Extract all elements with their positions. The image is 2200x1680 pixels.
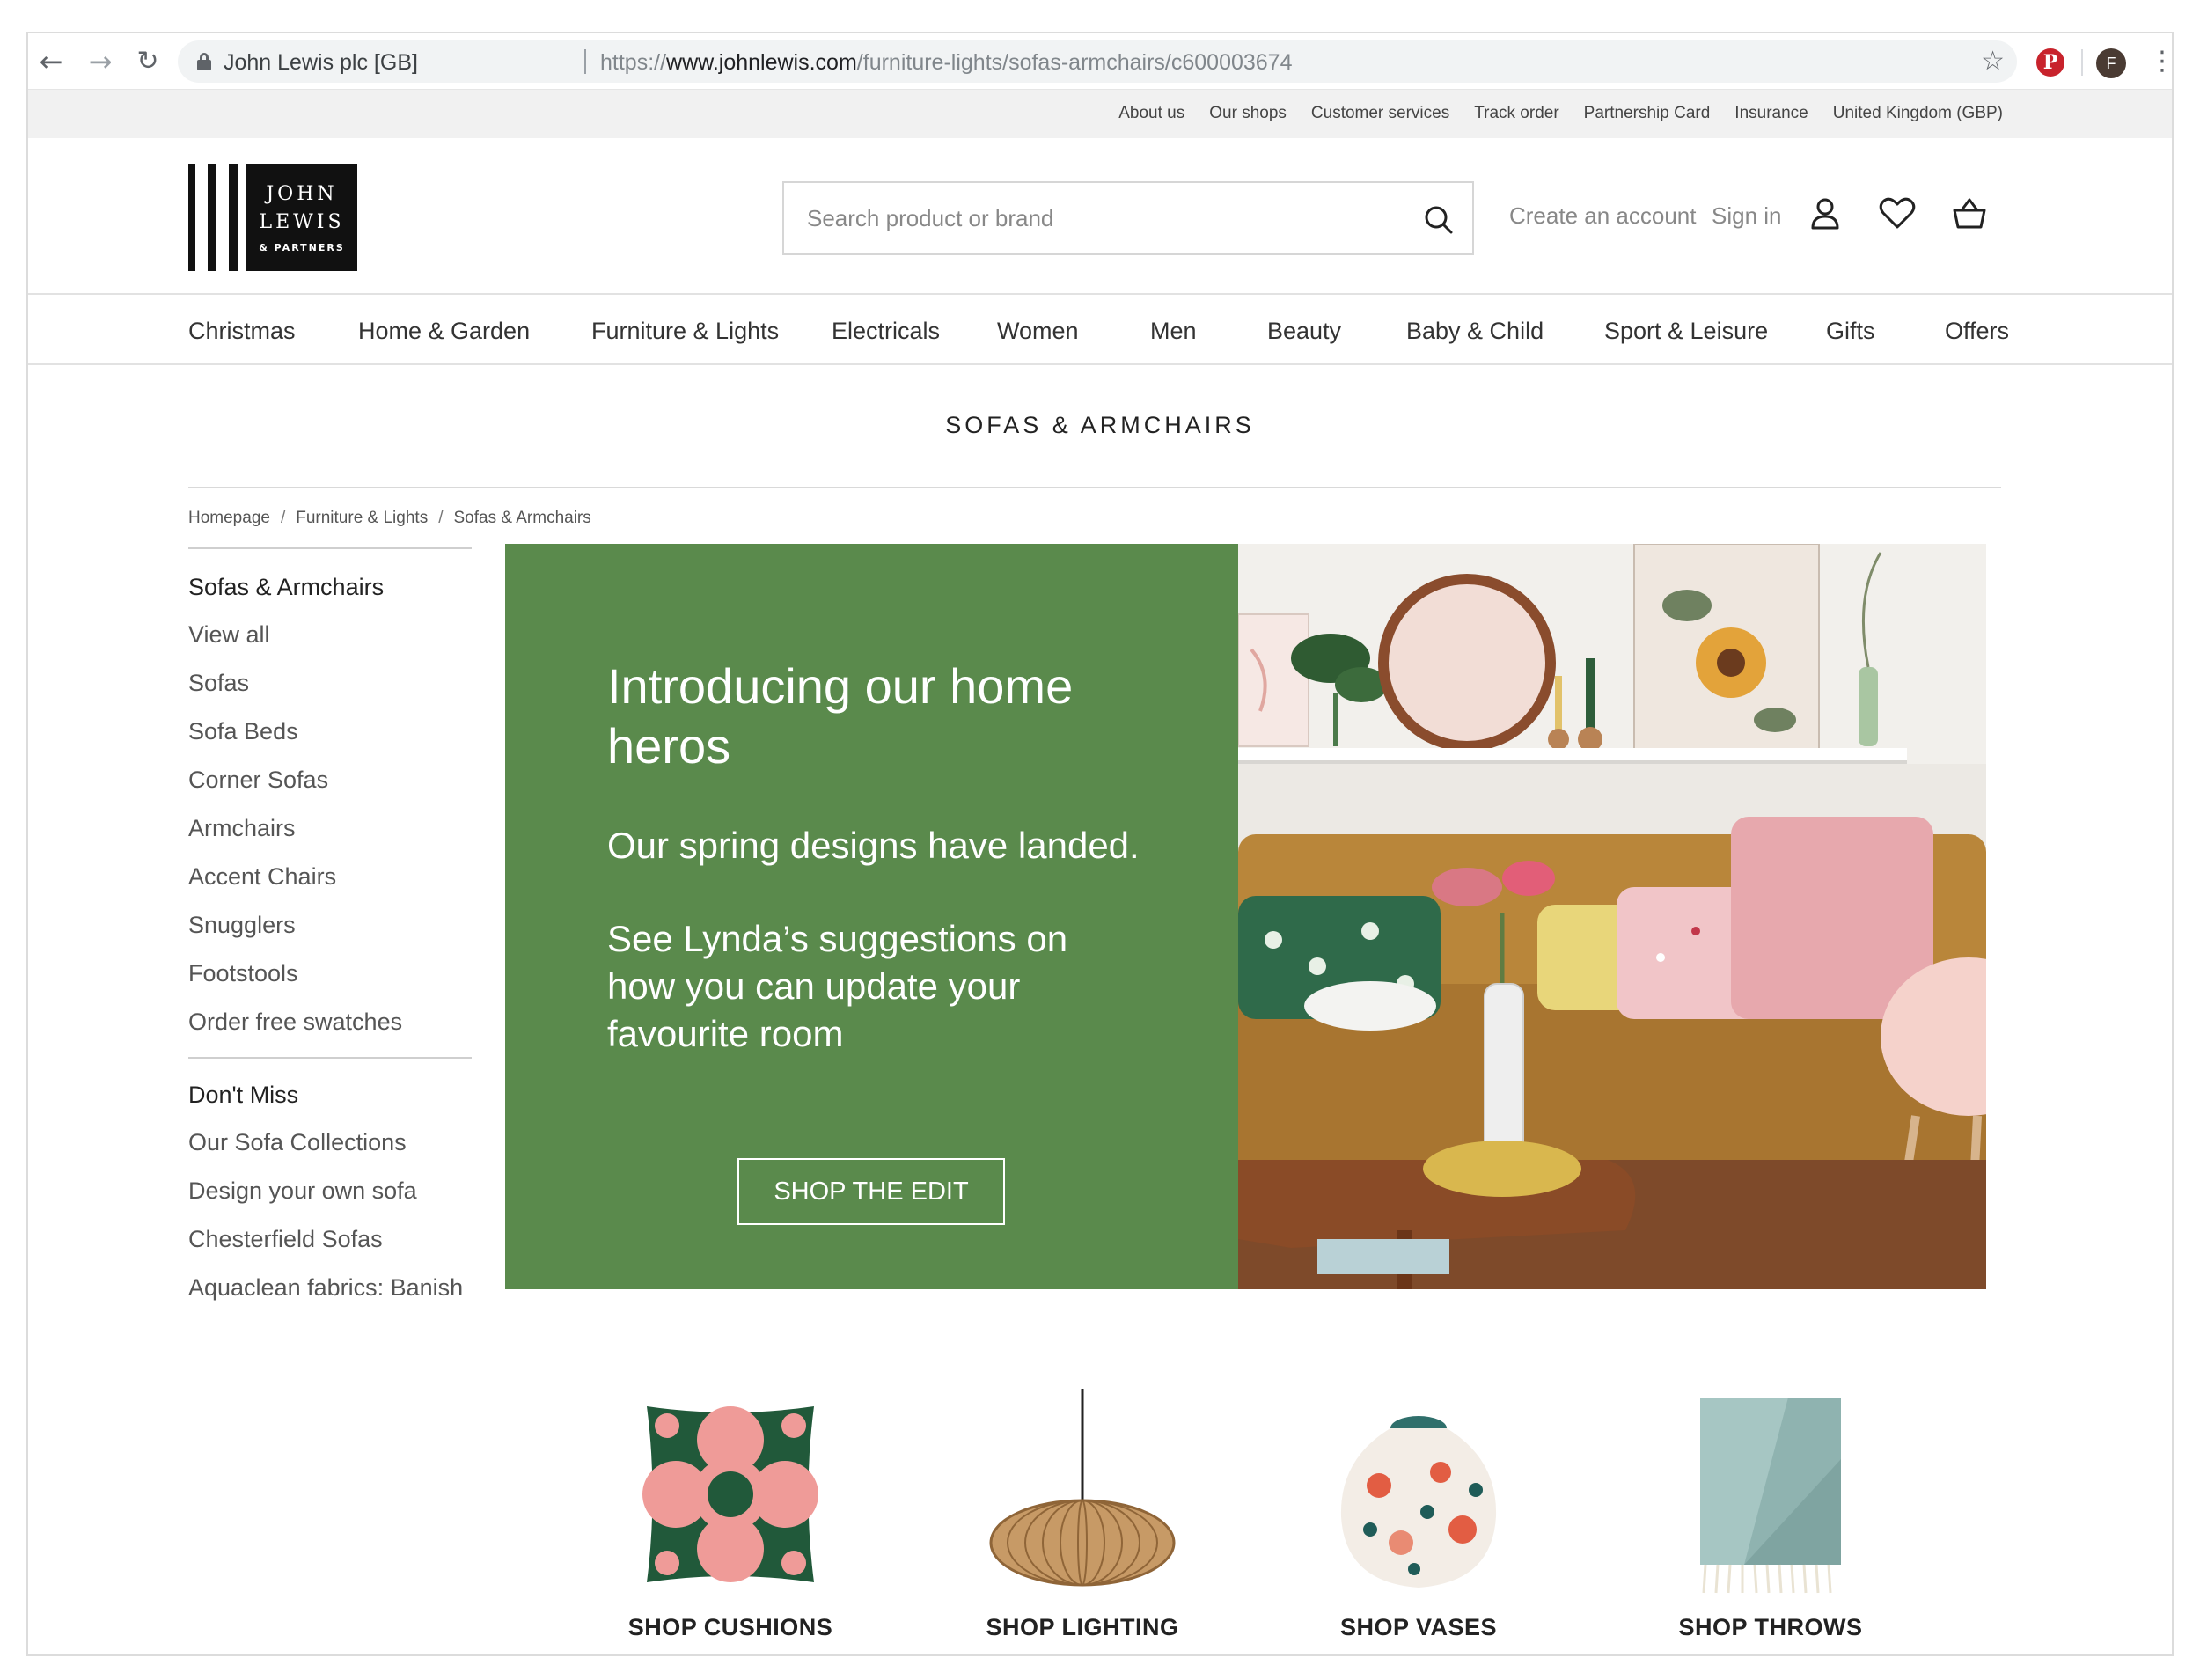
sidebar-item-aquaclean-fabrics[interactable]: Aquaclean fabrics: Banish (188, 1264, 472, 1312)
nav-christmas[interactable]: Christmas (188, 318, 296, 345)
back-arrow-icon[interactable]: ← (33, 44, 69, 79)
shop-cushions-tile[interactable]: SHOP CUSHIONS (598, 1389, 862, 1653)
search-input[interactable] (807, 201, 1405, 236)
sidebar-item-chesterfield-sofas[interactable]: Chesterfield Sofas (188, 1215, 472, 1264)
shop-the-edit-button[interactable]: SHOP THE EDIT (737, 1158, 1005, 1225)
cushion-image (642, 1406, 818, 1582)
nav-beauty[interactable]: Beauty (1267, 318, 1341, 345)
pendant-lamp-image (989, 1389, 1176, 1587)
sidebar-item-corner-sofas[interactable]: Corner Sofas (188, 756, 472, 804)
hero-living-room-image[interactable] (1238, 544, 1986, 1289)
bookmark-star-icon[interactable]: ☆ (1981, 46, 2005, 77)
address-separator (584, 49, 586, 74)
nav-sport-leisure[interactable]: Sport & Leisure (1604, 318, 1768, 345)
search-box (782, 181, 1474, 255)
url-text[interactable]: https://www.johnlewis.com/furniture-ligh… (600, 50, 1293, 76)
sidebar-item-accent-chairs[interactable]: Accent Chairs (188, 853, 472, 901)
browser-menu-icon[interactable]: ⋮ (2149, 44, 2172, 79)
url-path: /furniture-lights/sofas-armchairs/c60000… (856, 50, 1293, 75)
logo-line-3: & PARTNERS (259, 242, 345, 253)
shop-vases-label[interactable]: SHOP VASES (1287, 1614, 1551, 1641)
address-bar[interactable]: John Lewis plc [GB] https://www.johnlewi… (178, 40, 2017, 83)
reload-icon[interactable]: ↻ (130, 44, 165, 79)
utility-link-customer-services[interactable]: Customer services (1311, 104, 1449, 123)
nav-baby-child[interactable]: Baby & Child (1406, 318, 1544, 345)
breadcrumb-homepage[interactable]: Homepage (188, 509, 270, 527)
nav-men[interactable]: Men (1150, 318, 1197, 345)
shop-cushions-label[interactable]: SHOP CUSHIONS (598, 1614, 862, 1641)
nav-home-garden[interactable]: Home & Garden (358, 318, 530, 345)
toolbar-separator (2081, 49, 2083, 76)
utility-bar: About us Our shops Customer services Tra… (28, 90, 2172, 138)
logo-line-2: LEWIS (259, 211, 345, 233)
pinterest-extension-icon[interactable]: P (2036, 48, 2064, 77)
shop-vases-tile[interactable]: SHOP VASES (1287, 1389, 1551, 1653)
utility-link-partnership-card[interactable]: Partnership Card (1584, 104, 1711, 123)
profile-avatar[interactable]: F (2096, 48, 2126, 78)
utility-link-insurance[interactable]: Insurance (1734, 104, 1808, 123)
sign-in-link[interactable]: Sign in (1712, 202, 1782, 230)
account-icon[interactable] (1806, 194, 1844, 233)
breadcrumb-separator: / (438, 509, 444, 527)
browser-window: ← → ↻ John Lewis plc [GB] https://www.jo… (26, 32, 2174, 1656)
lock-icon (197, 53, 211, 70)
title-divider (188, 487, 2001, 488)
vase-image (1340, 1416, 1497, 1588)
breadcrumb-current: Sofas & Armchairs (453, 509, 591, 527)
url-host: www.johnlewis.com (666, 50, 857, 75)
site-identity: John Lewis plc [GB] (224, 50, 418, 75)
hero-line-2: See Lynda’s suggestions on how you can u… (607, 918, 1068, 1054)
utility-link-about-us[interactable]: About us (1118, 104, 1184, 123)
sidebar-item-design-own-sofa[interactable]: Design your own sofa (188, 1167, 472, 1215)
breadcrumb: Homepage / Furniture & Lights / Sofas & Armc… (188, 509, 591, 528)
living-room-illustration (1238, 544, 1986, 1289)
sidebar-item-sofa-beds[interactable]: Sofa Beds (188, 708, 472, 756)
hero-line-1: Our spring designs have landed. (607, 825, 1140, 866)
sidebar-item-order-swatches[interactable]: Order free swatches (188, 998, 472, 1046)
forward-arrow-icon[interactable]: → (83, 44, 118, 79)
url-scheme: https:// (600, 50, 667, 75)
sidebar-item-sofas[interactable]: Sofas (188, 659, 472, 708)
shop-lighting-label[interactable]: SHOP LIGHTING (950, 1614, 1214, 1641)
utility-links: About us Our shops Customer services Tra… (1118, 104, 2003, 123)
utility-link-our-shops[interactable]: Our shops (1209, 104, 1287, 123)
sidebar-item-view-all[interactable]: View all (188, 611, 472, 659)
browser-toolbar: ← → ↻ John Lewis plc [GB] https://www.jo… (28, 33, 2172, 90)
utility-link-track-order[interactable]: Track order (1474, 104, 1558, 123)
category-sidebar: Sofas & Armchairs View all Sofas Sofa Be… (188, 547, 472, 1312)
nav-women[interactable]: Women (997, 318, 1079, 345)
sidebar-item-footstools[interactable]: Footstools (188, 950, 472, 998)
sidebar-heading-sofas-armchairs[interactable]: Sofas & Armchairs (188, 563, 472, 611)
main-navigation: Christmas Home & Garden Furniture & Ligh… (28, 293, 2172, 365)
hero-text-panel: Introducing our home heros Our spring de… (505, 544, 1238, 1289)
basket-icon[interactable] (1950, 194, 1989, 233)
logo-stripe (188, 164, 195, 271)
create-account-link[interactable]: Create an account (1509, 202, 1696, 230)
logo-line-1: JOHN (266, 183, 338, 205)
shop-throws-label[interactable]: SHOP THROWS (1639, 1614, 1903, 1641)
search-icon[interactable] (1421, 202, 1456, 238)
breadcrumb-separator: / (280, 509, 286, 527)
nav-electricals[interactable]: Electricals (832, 318, 940, 345)
sidebar-item-armchairs[interactable]: Armchairs (188, 804, 472, 853)
throw-blanket-image (1700, 1398, 1841, 1594)
john-lewis-logo[interactable]: JOHN LEWIS & PARTNERS (188, 164, 357, 271)
hero-heading: Introducing our home heros (607, 658, 1074, 774)
sidebar-item-sofa-collections[interactable]: Our Sofa Collections (188, 1119, 472, 1167)
shop-throws-tile[interactable]: SHOP THROWS (1639, 1389, 1903, 1653)
page-title: SOFAS & ARMCHAIRS (945, 412, 1255, 438)
logo-wordmark: JOHN LEWIS & PARTNERS (246, 164, 357, 271)
wishlist-heart-icon[interactable] (1878, 194, 1917, 233)
nav-gifts[interactable]: Gifts (1826, 318, 1875, 345)
nav-offers[interactable]: Offers (1945, 318, 2009, 345)
sidebar-item-snugglers[interactable]: Snugglers (188, 901, 472, 950)
logo-stripe (208, 164, 216, 271)
nav-furniture-lights[interactable]: Furniture & Lights (591, 318, 779, 345)
logo-stripe (229, 164, 238, 271)
sidebar-heading-dont-miss: Don't Miss (188, 1082, 299, 1108)
shop-lighting-tile[interactable]: SHOP LIGHTING (950, 1389, 1214, 1653)
utility-link-region[interactable]: United Kingdom (GBP) (1833, 104, 2003, 123)
hero-banner: Introducing our home heros Our spring de… (505, 544, 1986, 1289)
breadcrumb-furniture-lights[interactable]: Furniture & Lights (296, 509, 428, 527)
